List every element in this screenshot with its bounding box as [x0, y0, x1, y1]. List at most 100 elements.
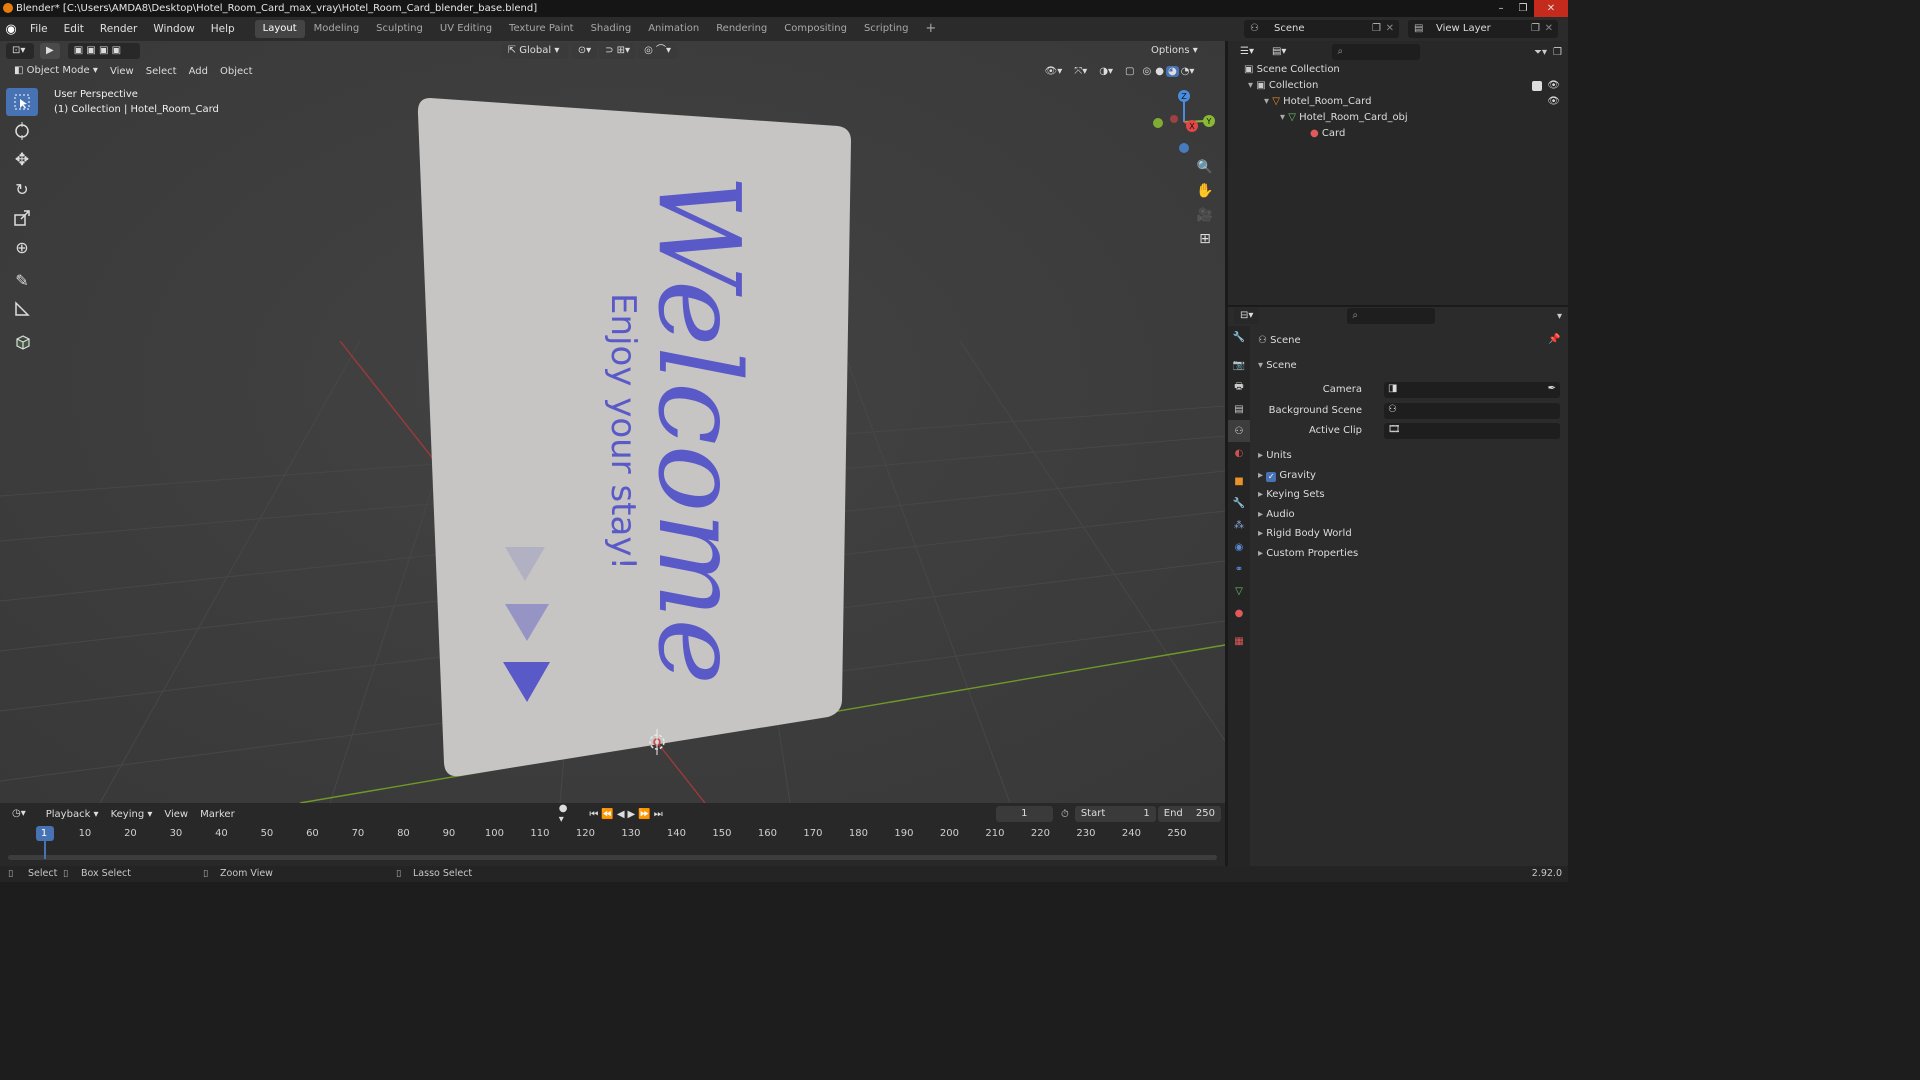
editor-type-button[interactable]: ⊡▾	[6, 43, 34, 59]
outliner-item-collection[interactable]: ▾ ▣ Collection 👁	[1248, 78, 1562, 94]
keying-sets-panel-header[interactable]: ▸ Keying Sets	[1258, 489, 1325, 500]
visibility-eye-icon[interactable]: 👁	[1547, 78, 1560, 94]
scene-new-icon[interactable]: ❐	[1372, 20, 1381, 38]
tab-shading[interactable]: Shading	[583, 20, 640, 38]
cursor-tool-icon[interactable]	[6, 117, 38, 145]
view-layer-tab-icon[interactable]: ▤	[1228, 398, 1250, 420]
tab-layout[interactable]: Layout	[254, 20, 305, 38]
scale-tool-icon[interactable]	[6, 204, 38, 232]
maximize-button[interactable]: ❐	[1512, 0, 1534, 17]
visibility-icon[interactable]: 👁▾	[1039, 66, 1069, 77]
constraints-tab-icon[interactable]: ⚭	[1228, 558, 1250, 580]
select-mode-icon[interactable]: ▶	[40, 43, 60, 59]
tab-sculpting[interactable]: Sculpting	[368, 20, 431, 38]
tab-rendering[interactable]: Rendering	[708, 20, 775, 38]
audio-panel-header[interactable]: ▸ Audio	[1258, 509, 1295, 520]
navigation-gizmo[interactable]: Z Y X	[1148, 86, 1218, 158]
shading-rendered-icon[interactable]: ◔▾	[1179, 66, 1197, 77]
gizmo-toggle-icon[interactable]: ⤧▾	[1068, 66, 1093, 77]
active-clip-field[interactable]: 🎞	[1384, 423, 1560, 439]
overlay-toggle-icon[interactable]: ◑▾	[1093, 66, 1119, 77]
options-button[interactable]: Options ▾	[1145, 43, 1198, 59]
viewport-menu-view[interactable]: View	[104, 66, 140, 77]
view-layer-new-icon[interactable]: ❐	[1531, 20, 1540, 38]
gravity-panel-header[interactable]: ▸ ✓ Gravity	[1258, 470, 1316, 482]
object-tab-icon[interactable]: ■	[1228, 470, 1250, 492]
tab-animation[interactable]: Animation	[640, 20, 707, 38]
particles-tab-icon[interactable]: ⁂	[1228, 514, 1250, 536]
rotate-tool-icon[interactable]: ↻	[6, 175, 38, 203]
outliner-display-mode-icon[interactable]: ▤▾	[1265, 44, 1293, 60]
mode-select[interactable]: ◧ Object Mode ▾	[8, 63, 98, 79]
tab-texture-paint[interactable]: Texture Paint	[501, 20, 582, 38]
output-tab-icon[interactable]: 🖶	[1228, 376, 1250, 398]
texture-tab-icon[interactable]: ▦	[1228, 630, 1250, 652]
vertical-area-divider[interactable]	[1225, 41, 1228, 866]
frame-ruler[interactable]: 1 10 20 30 40 50 60 70 80 90 100 110 120 130 140 150 160…	[0, 803, 1225, 866]
tab-compositing[interactable]: Compositing	[776, 20, 855, 38]
menu-file[interactable]: File	[22, 17, 56, 41]
view-layer-remove-icon[interactable]: ✕	[1545, 20, 1553, 38]
scene-selector[interactable]: ⚇ Scene ❐ ✕	[1244, 20, 1399, 38]
horizontal-area-divider[interactable]	[1228, 305, 1568, 307]
move-tool-icon[interactable]: ✥	[6, 146, 38, 174]
annotate-tool-icon[interactable]: ✎	[6, 266, 38, 294]
camera-field[interactable]: ◨ ✒	[1384, 382, 1560, 398]
expand-arrow-icon[interactable]: ▾	[1264, 96, 1272, 107]
units-panel-header[interactable]: ▸ Units	[1258, 450, 1292, 461]
3d-viewport[interactable]: Welcome Enjoy your stay!	[0, 41, 1225, 803]
snap-icon[interactable]: ⊃ ⊞▾	[599, 43, 637, 59]
ortho-grid-icon[interactable]: ⊞	[1193, 227, 1217, 251]
viewport-menu-object[interactable]: Object	[214, 66, 259, 77]
render-tab-icon[interactable]: 📷	[1228, 354, 1250, 376]
properties-search-input[interactable]: ⌕	[1347, 308, 1436, 324]
outliner-item-hotel-room-card-obj[interactable]: ▾ ▽ Hotel_Room_Card_obj	[1280, 110, 1408, 126]
menu-edit[interactable]: Edit	[56, 17, 92, 41]
tool-tab-icon[interactable]: 🔧	[1228, 326, 1250, 348]
xray-toggle-icon[interactable]: ▢	[1119, 66, 1140, 77]
properties-options-icon[interactable]: ▾	[1557, 311, 1562, 322]
blender-menu-icon[interactable]: ◉	[0, 22, 22, 37]
eyedropper-icon[interactable]: ✒	[1548, 383, 1556, 394]
tab-scripting[interactable]: Scripting	[856, 20, 916, 38]
custom-properties-panel-header[interactable]: ▸ Custom Properties	[1258, 548, 1358, 559]
selection-modes[interactable]: ▣ ▣ ▣ ▣	[67, 43, 140, 59]
outliner-item-scene-collection[interactable]: ▣ Scene Collection	[1244, 62, 1340, 78]
pin-icon[interactable]: 📌	[1548, 334, 1560, 345]
modifier-tab-icon[interactable]: 🔧	[1228, 492, 1250, 514]
physics-tab-icon[interactable]: ◉	[1228, 536, 1250, 558]
select-box-tool-icon[interactable]	[6, 88, 38, 116]
outliner-search-input[interactable]: ⌕	[1332, 44, 1421, 60]
viewport-menu-select[interactable]: Select	[140, 66, 183, 77]
tab-modeling[interactable]: Modeling	[306, 20, 368, 38]
camera-view-icon[interactable]: 🎥	[1193, 203, 1217, 227]
menu-help[interactable]: Help	[203, 17, 243, 41]
data-tab-icon[interactable]: ▽	[1228, 580, 1250, 602]
outliner-new-collection-icon[interactable]: ❐	[1553, 47, 1562, 58]
minimize-button[interactable]: –	[1490, 0, 1512, 17]
gravity-checkbox[interactable]: ✓	[1266, 472, 1277, 482]
expand-arrow-icon[interactable]: ▾	[1280, 112, 1288, 123]
add-workspace-button[interactable]: +	[917, 20, 944, 38]
proportional-edit-icon[interactable]: ◎ ⌒▾	[638, 43, 678, 59]
properties-editor-type-icon[interactable]: ⊟▾	[1234, 308, 1260, 324]
transform-orientation-select[interactable]: ⇱ Global ▾	[501, 43, 568, 59]
timeline-scrollbar[interactable]	[8, 855, 1217, 860]
rigid-body-world-panel-header[interactable]: ▸ Rigid Body World	[1258, 528, 1352, 539]
measure-tool-icon[interactable]	[6, 295, 38, 323]
shading-material-icon[interactable]: ◕	[1165, 65, 1179, 77]
pivot-point-icon[interactable]: ⊙▾	[571, 43, 598, 59]
zoom-icon[interactable]: 🔍	[1193, 155, 1217, 179]
pan-hand-icon[interactable]: ✋	[1193, 179, 1217, 203]
shading-wireframe-icon[interactable]: ◎	[1141, 66, 1154, 77]
scene-tab-icon[interactable]: ⚇	[1228, 420, 1250, 442]
outliner-item-card-material[interactable]: ● Card	[1310, 126, 1345, 142]
menu-window[interactable]: Window	[145, 17, 202, 41]
shading-solid-icon[interactable]: ●	[1153, 66, 1166, 77]
expand-arrow-icon[interactable]: ▾	[1248, 80, 1256, 91]
view-layer-selector[interactable]: ▤ View Layer ❐ ✕	[1408, 20, 1558, 38]
tab-uv-editing[interactable]: UV Editing	[432, 20, 500, 38]
scene-panel-header[interactable]: ▾ Scene	[1258, 360, 1297, 371]
outliner-filter-icon[interactable]: ⏷▾	[1534, 47, 1547, 58]
add-cube-tool-icon[interactable]	[6, 328, 38, 356]
